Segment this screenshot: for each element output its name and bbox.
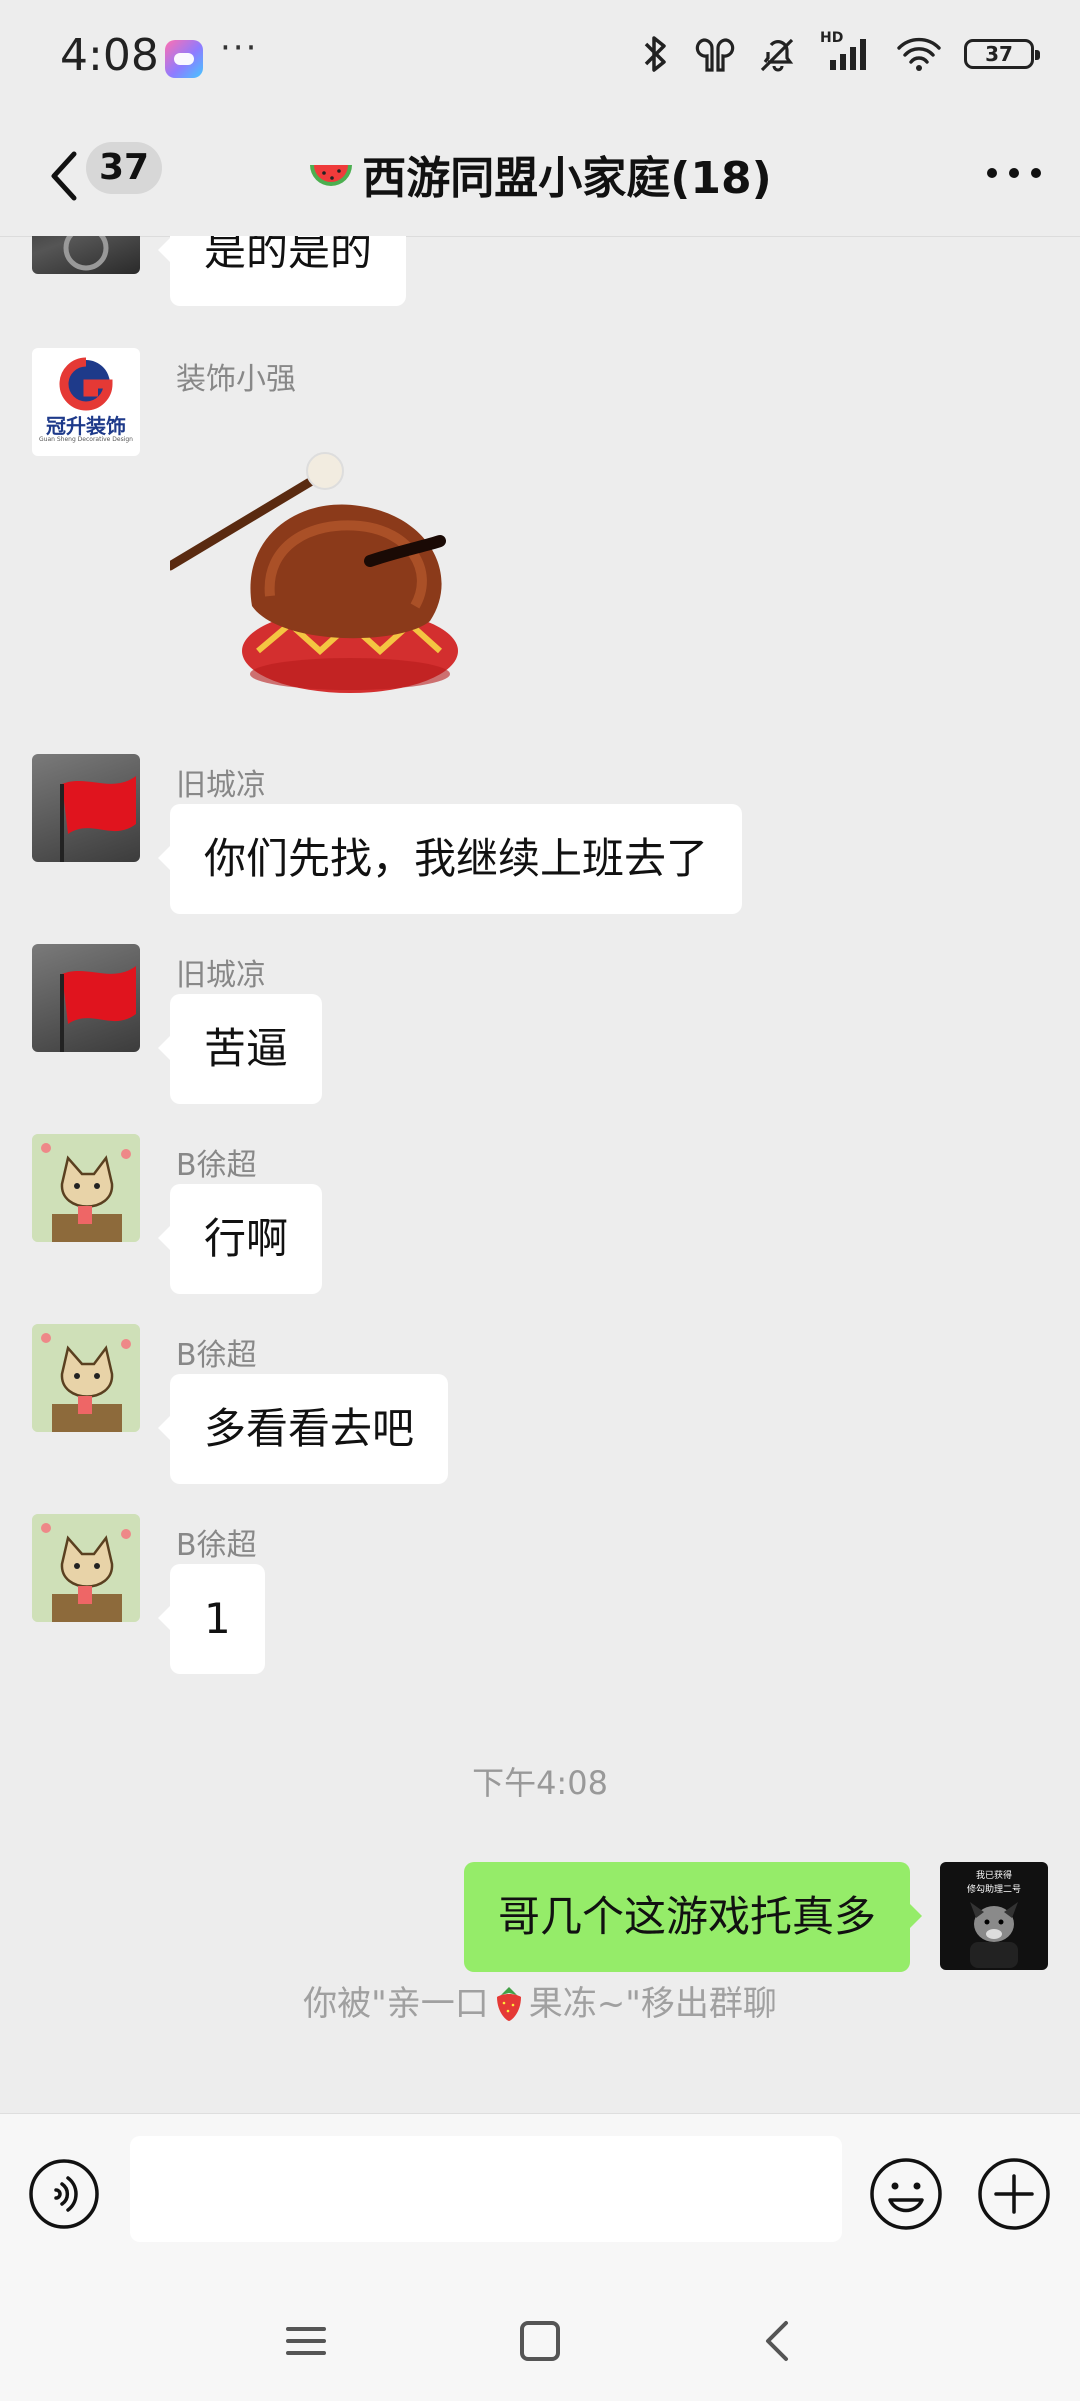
sender-name: B徐超 (176, 1528, 257, 1563)
wooden-fish-sticker[interactable] (170, 446, 470, 696)
message-bubble[interactable]: 1 (158, 1564, 265, 1674)
status-more-icon: ··· (220, 28, 259, 68)
system-message-text: 果冻~"移出群聊 (528, 1984, 777, 2024)
voice-input-button[interactable] (28, 2158, 100, 2230)
system-message: 你被"亲一口 果冻~"移出群聊 (0, 1976, 1080, 2025)
message-input[interactable] (130, 2136, 842, 2242)
chat-header: 37 西游同盟小家庭(18) (0, 118, 1080, 237)
avatar-cat[interactable] (32, 1324, 140, 1432)
logo-text: 冠升装饰 (46, 414, 126, 438)
message-timestamp: 下午4:08 (472, 1764, 608, 1802)
message-bubble[interactable]: 苦逼 (157, 994, 323, 1104)
message-list[interactable]: 是的是的 冠升装饰 Guan Sheng Decorative Design 装… (0, 236, 1080, 2113)
my-message-bubble[interactable]: 哥几个这游戏托真多 (463, 1862, 923, 1972)
my-avatar[interactable]: 我已获得 修勾助理二号 (940, 1862, 1048, 1970)
menu-nav-button[interactable] (284, 2311, 328, 2371)
message-bubble[interactable]: 是的是的 (157, 236, 407, 306)
message-bubble[interactable]: 你们先找，我继续上班去了 (157, 804, 743, 914)
system-message-text: 你被"亲一口 (303, 1984, 489, 2024)
more-actions-button[interactable] (976, 2156, 1052, 2232)
battery-indicator: 37 (964, 39, 1040, 69)
more-options-button[interactable] (984, 158, 1044, 188)
back-nav-button[interactable] (756, 2311, 800, 2371)
game-app-icon (165, 40, 203, 78)
home-nav-button[interactable] (518, 2311, 562, 2371)
sender-name: B徐超 (176, 1338, 257, 1373)
avatar-cat[interactable] (32, 1514, 140, 1622)
input-bar (0, 2113, 1080, 2282)
bluetooth-icon (644, 36, 666, 72)
avatar-flag[interactable] (32, 944, 140, 1052)
sender-name: 旧城凉 (176, 768, 266, 803)
status-bar: 4:08 ··· HD 37 (0, 0, 1080, 118)
bell-muted-icon (760, 38, 794, 72)
avatar-motorbike[interactable] (32, 236, 140, 274)
avatar-cat[interactable] (32, 1134, 140, 1242)
status-time: 4:08 (60, 30, 159, 81)
earbuds-icon (695, 38, 735, 72)
logo-subtext: Guan Sheng Decorative Design (39, 436, 133, 443)
status-icons: HD 37 (638, 30, 1040, 74)
system-nav-bar (0, 2281, 1080, 2401)
avatar-flag[interactable] (32, 754, 140, 862)
wifi-icon (897, 37, 941, 71)
emoji-button[interactable] (868, 2156, 944, 2232)
message-bubble[interactable]: 多看看去吧 (157, 1374, 449, 1484)
strawberry-icon (496, 1987, 521, 2021)
sender-name: 旧城凉 (176, 958, 266, 993)
message-bubble[interactable]: 行啊 (157, 1184, 323, 1294)
avatar-guansheng[interactable]: 冠升装饰 Guan Sheng Decorative Design (32, 348, 140, 456)
page-title[interactable]: 西游同盟小家庭(18) (0, 142, 1080, 206)
hd-label: HD (820, 30, 844, 46)
signal-icon: HD (820, 30, 874, 74)
sender-name: B徐超 (176, 1148, 257, 1183)
group-name: 西游同盟小家庭(18) (362, 153, 772, 204)
sender-name: 装饰小强 (176, 362, 296, 397)
watermelon-icon (310, 165, 353, 186)
